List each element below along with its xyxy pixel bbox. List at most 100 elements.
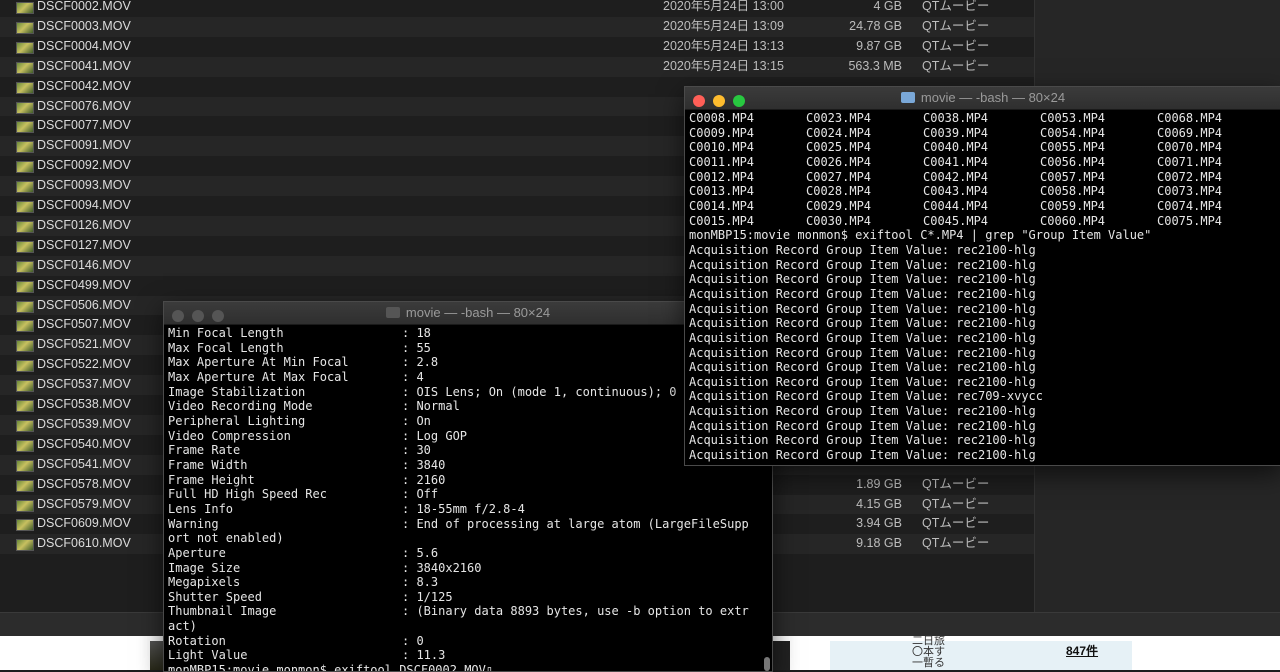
file-entry: C0056.MP4 (1040, 154, 1106, 169)
file-entry: C0027.MP4 (806, 169, 872, 184)
terminal-output[interactable]: Min Focal Length: 18 Max Focal Length: 55… (168, 326, 768, 671)
video-file-icon (16, 320, 34, 333)
terminal-line: Image Stabilization : OIS Lens; On (mode … (168, 385, 768, 400)
file-name: DSCF0077.MOV (37, 118, 131, 133)
tag-name: Aperture (168, 545, 226, 560)
file-name: DSCF0094.MOV (37, 198, 131, 212)
file-row[interactable]: DSCF0003.MOV 2020年5月24日 13:09 24.78 GB QTムー… (0, 16, 1034, 37)
video-file-icon (16, 101, 34, 114)
minimize-button[interactable] (713, 95, 725, 107)
video-file-icon (16, 61, 34, 74)
file-name: DSCF0003.MOV (37, 18, 131, 33)
file-entry: C0043.MP4 (923, 184, 989, 199)
file-entry: C0025.MP4 (806, 140, 872, 155)
file-row[interactable]: DSCF0041.MOV 2020年5月24日 13:15 563.3 MB QTムー… (0, 56, 1034, 77)
video-file-icon (16, 141, 34, 154)
file-name: DSCF0091.MOV (37, 138, 131, 153)
tag-value: : 18-55mm f/2.8-4 (402, 501, 525, 516)
terminal-line: Thumbnail Image: (Binary data 8893 bytes… (168, 604, 768, 619)
terminal-line: Max Focal Length: 55 (168, 341, 768, 356)
video-file-icon (16, 459, 34, 472)
file-entry: C0055.MP4 (1040, 140, 1106, 155)
thumbnail-image[interactable] (773, 641, 790, 670)
terminal-line: Rotation: 0 (168, 634, 768, 649)
tag-value: : 4 (402, 369, 424, 384)
file-entry: C0068.MP4 (1157, 111, 1223, 125)
grep-result-line: Acquisition Record Group Item Value: rec… (689, 301, 1036, 316)
grep-result-line: Acquisition Record Group Item Value: rec… (689, 389, 1044, 404)
video-file-icon (16, 519, 34, 532)
tag-name: Image Stabilization (168, 384, 306, 399)
vertical-title-text: 二日旅 〇本す 一暫る (912, 634, 945, 669)
grep-result-line: Acquisition Record Group Item Value: rec… (689, 433, 1036, 448)
tag-name: Shutter Speed (168, 589, 262, 604)
close-button[interactable] (172, 310, 184, 322)
file-entry: C0039.MP4 (923, 125, 989, 140)
tag-value: : 30 (402, 443, 431, 458)
grep-result-line: Acquisition Record Group Item Value: rec… (689, 345, 1036, 360)
terminal-line: Warning: End of processing at large atom… (168, 517, 768, 532)
file-entry: C0009.MP4 (689, 125, 755, 140)
grep-result-line: Acquisition Record Group Item Value: rec… (689, 257, 1036, 272)
tag-value: : 2160 (402, 472, 446, 487)
terminal-window-exiftool[interactable]: movie — -bash — 80×24 Min Focal Length: … (163, 301, 773, 672)
folder-icon (900, 92, 915, 103)
thumbnail-image[interactable] (150, 641, 164, 670)
tag-name: ort not enabled) (168, 531, 284, 546)
grep-result-line: Acquisition Record Group Item Value: rec… (689, 272, 1036, 287)
video-file-icon (16, 260, 34, 273)
file-entry: C0029.MP4 (806, 198, 872, 213)
tag-value: : 0 (402, 633, 424, 648)
grep-result-line: Acquisition Record Group Item Value: rec… (689, 404, 1036, 419)
close-button[interactable] (693, 95, 705, 107)
window-titlebar[interactable]: movie — -bash — 80×24 (164, 302, 772, 325)
zoom-button[interactable] (212, 310, 224, 322)
file-row[interactable]: DSCF0004.MOV 2020年5月24日 13:13 9.87 GB QTムービ… (0, 37, 1034, 57)
file-size: 563.3 MB (848, 58, 902, 73)
command-prompt[interactable]: monMBP15:movie monmon$ exiftool DSCF0002… (168, 663, 768, 671)
file-entry: C0059.MP4 (1040, 198, 1106, 213)
tag-value: : 18 (402, 326, 431, 340)
scrollbar[interactable] (764, 657, 770, 671)
file-name: DSCF0004.MOV (37, 38, 131, 53)
file-size: 9.87 GB (856, 38, 902, 53)
tag-name: Frame Rate (168, 443, 241, 458)
tag-name: Image Size (168, 560, 241, 575)
file-entry: C0074.MP4 (1157, 198, 1223, 213)
terminal-line: Video Compression: Log GOP (168, 429, 768, 444)
video-file-icon (16, 499, 34, 512)
file-entry: C0012.MP4 (689, 169, 755, 184)
tag-value: : OIS Lens; On (mode 1, continuous); 0 (402, 384, 677, 399)
file-name: DSCF0042.MOV (37, 78, 131, 93)
file-entry: C0023.MP4 (806, 111, 872, 125)
file-entry: C0075.MP4 (1157, 213, 1223, 228)
tag-name: Video Compression (168, 428, 291, 443)
file-kind: QTムービー (922, 536, 990, 551)
file-date: 2020年5月24日 13:15 (663, 58, 784, 73)
grep-result-line: Acquisition Record Group Item Value: rec… (689, 242, 1036, 257)
minimize-button[interactable] (192, 310, 204, 322)
file-row[interactable]: DSCF0002.MOV 2020年5月24日 13:00 4 GB QTムービー (0, 0, 1034, 17)
terminal-window-grep[interactable]: movie — -bash — 80×24 C0008.MP4 C0023.MP4… (684, 86, 1280, 466)
zoom-button[interactable] (733, 95, 745, 107)
grep-result-line: Acquisition Record Group Item Value: rec… (689, 360, 1036, 375)
file-name: DSCF0076.MOV (37, 98, 131, 113)
tag-name: Peripheral Lighting (168, 413, 306, 428)
tag-value: : 2.8 (402, 355, 439, 370)
window-controls (172, 307, 232, 322)
window-title: movie — -bash — 80×24 (405, 305, 551, 320)
file-kind: QTムービー (922, 38, 990, 53)
grep-result-line: Acquisition Record Group Item Value: rec… (689, 316, 1036, 331)
tag-value: : Normal (402, 399, 460, 414)
file-entry: C0053.MP4 (1040, 111, 1106, 125)
file-entry: C0040.MP4 (923, 140, 989, 155)
window-titlebar[interactable]: movie — -bash — 80×24 (685, 87, 1280, 110)
file-kind: QTムービー (922, 0, 990, 13)
ls-row: C0011.MP4 C0026.MP4 C0041.MP4 C0056.MP4 C007… (689, 155, 1277, 170)
tag-value: : 5.6 (402, 545, 439, 560)
terminal-output[interactable]: C0008.MP4 C0023.MP4 C0038.MP4 C0053.MP4 C006… (689, 111, 1277, 465)
ls-row: C0008.MP4 C0023.MP4 C0038.MP4 C0053.MP4 C006… (689, 111, 1277, 126)
file-name: DSCF0538.MOV (37, 397, 131, 411)
result-count-link[interactable]: 847件 (1066, 642, 1098, 659)
file-kind: QTムービー (922, 476, 990, 491)
